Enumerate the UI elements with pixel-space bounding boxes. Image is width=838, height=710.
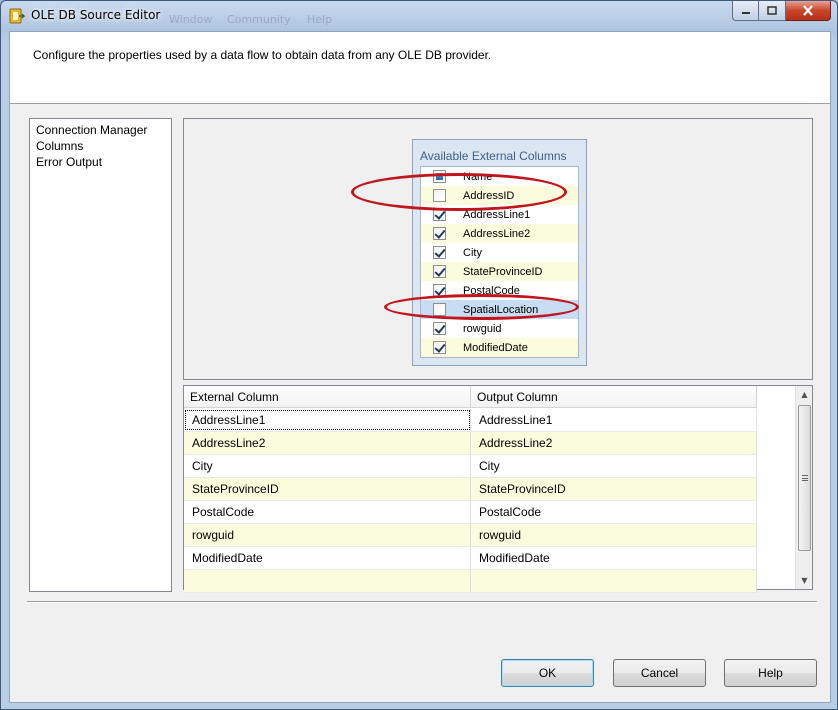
available-column-row[interactable]: AddressLine1 <box>421 205 578 224</box>
available-column-row[interactable]: AddressID <box>421 186 578 205</box>
column-checkbox[interactable] <box>433 189 446 202</box>
grid-body: AddressLine1 AddressLine1 AddressLine2 Addr… <box>184 409 757 593</box>
available-column-label: StateProvinceID <box>463 265 543 278</box>
external-column-cell[interactable]: rowguid <box>184 524 471 546</box>
column-selection-panel: Available External Columns Name AddressID… <box>183 118 813 380</box>
available-column-label: rowguid <box>463 322 502 335</box>
external-column-cell[interactable]: ModifiedDate <box>184 547 471 569</box>
title-bar[interactable]: OLE DB Source Editor Window Community He… <box>1 1 837 31</box>
table-row: AddressLine1 AddressLine1 <box>184 409 757 432</box>
ghost-menu-window: Window <box>169 13 213 26</box>
window-controls <box>732 1 831 21</box>
available-column-row[interactable]: ModifiedDate <box>421 338 578 357</box>
header-band: Configure the properties used by a data … <box>10 32 830 104</box>
column-checkbox[interactable] <box>433 322 446 335</box>
minimize-icon <box>741 11 750 14</box>
grid-header-output-column[interactable]: Output Column <box>471 386 757 408</box>
maximize-button[interactable] <box>759 1 786 21</box>
close-button[interactable] <box>786 1 831 21</box>
scroll-up-icon[interactable]: ▲ <box>796 386 813 403</box>
table-row: StateProvinceID StateProvinceID <box>184 478 757 501</box>
available-column-label: AddressLine2 <box>463 227 531 240</box>
minimize-button[interactable] <box>732 1 759 21</box>
available-columns-box: Available External Columns Name AddressID… <box>412 139 587 366</box>
table-row <box>184 570 757 593</box>
available-column-row[interactable]: rowguid <box>421 319 578 338</box>
external-column-cell[interactable]: StateProvinceID <box>184 478 471 500</box>
nav-item-connection-manager[interactable]: Connection Manager <box>30 122 171 138</box>
available-columns-list: Name AddressID AddressLine1 AddressLine2 Cit… <box>420 166 579 358</box>
table-row: ModifiedDate ModifiedDate <box>184 547 757 570</box>
table-row: AddressLine2 AddressLine2 <box>184 432 757 455</box>
available-column-row[interactable]: PostalCode <box>421 281 578 300</box>
output-column-cell[interactable]: rowguid <box>471 524 757 546</box>
output-column-cell[interactable] <box>471 570 757 592</box>
scroll-down-icon[interactable]: ▼ <box>796 572 813 589</box>
grid-header-external-column[interactable]: External Column <box>184 386 471 408</box>
column-checkbox[interactable] <box>433 303 446 316</box>
table-row: City City <box>184 455 757 478</box>
dialog-client-area: Configure the properties used by a data … <box>9 31 831 703</box>
available-column-row[interactable]: StateProvinceID <box>421 262 578 281</box>
maximize-icon <box>767 6 777 15</box>
available-column-label: AddressID <box>463 189 515 202</box>
output-column-cell[interactable]: AddressLine1 <box>471 409 757 431</box>
ghost-menu-help: Help <box>307 13 333 26</box>
output-column-cell[interactable]: StateProvinceID <box>471 478 757 500</box>
available-column-label: PostalCode <box>463 284 520 297</box>
column-mapping-grid: External Column Output Column AddressLin… <box>183 385 813 593</box>
scroll-thumb[interactable] <box>798 405 811 551</box>
dialog-window: OLE DB Source Editor Window Community He… <box>0 0 838 710</box>
available-column-label: AddressLine1 <box>463 208 531 221</box>
output-column-cell[interactable]: AddressLine2 <box>471 432 757 454</box>
cancel-button[interactable]: Cancel <box>613 659 706 687</box>
external-column-cell[interactable]: City <box>184 455 471 477</box>
select-all-checkbox[interactable] <box>433 170 446 183</box>
nav-item-columns[interactable]: Columns <box>30 138 171 154</box>
table-row: rowguid rowguid <box>184 524 757 547</box>
column-checkbox[interactable] <box>433 284 446 297</box>
dialog-description: Configure the properties used by a data … <box>33 48 492 62</box>
output-column-cell[interactable]: City <box>471 455 757 477</box>
external-column-cell[interactable]: AddressLine1 <box>184 409 471 431</box>
column-checkbox[interactable] <box>433 341 446 354</box>
grip-icon <box>801 475 808 481</box>
output-column-cell[interactable]: ModifiedDate <box>471 547 757 569</box>
grid-vertical-scrollbar[interactable]: ▲ ▼ <box>795 386 812 589</box>
output-column-cell[interactable]: PostalCode <box>471 501 757 523</box>
available-columns-header: Available External Columns <box>420 149 567 163</box>
ole-db-source-icon <box>9 8 25 24</box>
available-column-label: Name <box>463 170 493 183</box>
column-checkbox[interactable] <box>433 208 446 221</box>
close-icon <box>803 5 813 16</box>
external-column-cell[interactable] <box>184 570 471 592</box>
available-column-row[interactable]: AddressLine2 <box>421 224 578 243</box>
column-checkbox[interactable] <box>433 227 446 240</box>
available-column-label: SpatialLocation <box>463 303 539 316</box>
page-navigation-list: Connection Manager Columns Error Output <box>29 118 172 592</box>
ghost-menu-community: Community <box>227 13 291 26</box>
nav-item-error-output[interactable]: Error Output <box>30 154 171 170</box>
grid-header: External Column Output Column <box>184 386 757 408</box>
window-title: OLE DB Source Editor <box>31 8 161 22</box>
external-column-cell[interactable]: AddressLine2 <box>184 432 471 454</box>
help-button[interactable]: Help <box>724 659 817 687</box>
available-column-row[interactable]: City <box>421 243 578 262</box>
available-column-label: City <box>463 246 482 259</box>
column-checkbox[interactable] <box>433 246 446 259</box>
table-row: PostalCode PostalCode <box>184 501 757 524</box>
available-column-label: ModifiedDate <box>463 341 528 354</box>
column-checkbox[interactable] <box>433 265 446 278</box>
available-column-row[interactable]: SpatialLocation <box>421 300 578 319</box>
available-column-row[interactable]: Name <box>421 167 578 186</box>
separator <box>27 601 817 603</box>
external-column-cell[interactable]: PostalCode <box>184 501 471 523</box>
ok-button[interactable]: OK <box>501 659 594 687</box>
